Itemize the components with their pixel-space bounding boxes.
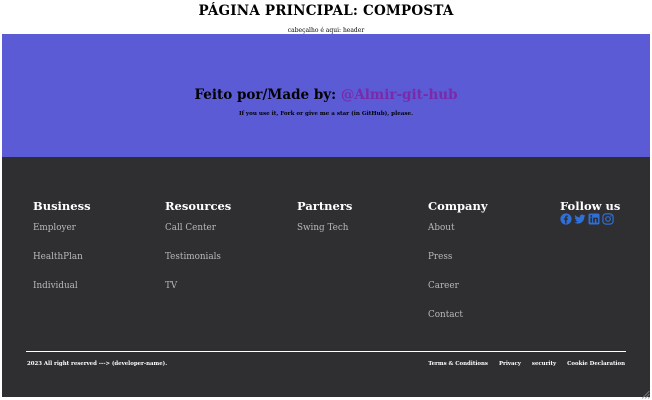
footer-column-company: Company About Press Career Contact (428, 199, 488, 338)
column-title: Business (33, 199, 91, 213)
twitter-icon[interactable] (574, 213, 586, 225)
social-icons (560, 213, 614, 225)
footer-link-about[interactable]: About (428, 222, 488, 251)
hero-subtitle: If you use it, Fork or give me a star (i… (238, 111, 414, 117)
footer-link-career[interactable]: Career (428, 280, 488, 309)
footer: Business Employer HealthPlan Individual … (2, 157, 650, 397)
footer-column-resources: Resources Call Center Testimonials TV (165, 199, 231, 309)
author-link[interactable]: @Almir-git-hub (341, 87, 458, 103)
copyright-text: 2023 All right reserved ---> (developer-… (27, 361, 168, 367)
footer-column-business: Business Employer HealthPlan Individual (33, 199, 91, 309)
resize-handle-icon[interactable] (641, 390, 650, 399)
column-title: Partners (297, 199, 353, 213)
header-note: cabeçalho é aqui: header (287, 27, 365, 34)
page-title: PÁGINA PRINCIPAL: COMPOSTA (198, 3, 454, 19)
privacy-link[interactable]: Privacy (499, 361, 521, 367)
footer-link-healthplan[interactable]: HealthPlan (33, 251, 91, 280)
column-title: Follow us (560, 199, 621, 213)
footer-link-contact[interactable]: Contact (428, 309, 488, 338)
cookie-declaration-link[interactable]: Cookie Declaration (567, 361, 625, 367)
footer-link-employer[interactable]: Employer (33, 222, 91, 251)
terms-link[interactable]: Terms & Conditions (428, 361, 488, 367)
security-link[interactable]: security (532, 361, 556, 367)
made-by-line: Feito por/Made by: @Almir-git-hub (2, 87, 650, 103)
column-title: Company (428, 199, 488, 213)
column-title: Resources (165, 199, 232, 213)
footer-column-partners: Partners Swing Tech (297, 199, 352, 251)
made-by-label: Feito por/Made by: (194, 87, 341, 103)
footer-link-tv[interactable]: TV (165, 280, 231, 309)
hero-banner: Feito por/Made by: @Almir-git-hub If you… (2, 34, 650, 157)
footer-divider (26, 351, 626, 352)
legal-links: Terms & Conditions Privacy security Cook… (428, 361, 625, 367)
instagram-icon[interactable] (602, 213, 614, 225)
footer-link-press[interactable]: Press (428, 251, 488, 280)
facebook-icon[interactable] (560, 213, 572, 225)
footer-link-individual[interactable]: Individual (33, 280, 91, 309)
footer-link-testimonials[interactable]: Testimonials (165, 251, 231, 280)
linkedin-icon[interactable] (588, 213, 600, 225)
footer-link-swing-tech[interactable]: Swing Tech (297, 222, 352, 251)
footer-link-call-center[interactable]: Call Center (165, 222, 231, 251)
